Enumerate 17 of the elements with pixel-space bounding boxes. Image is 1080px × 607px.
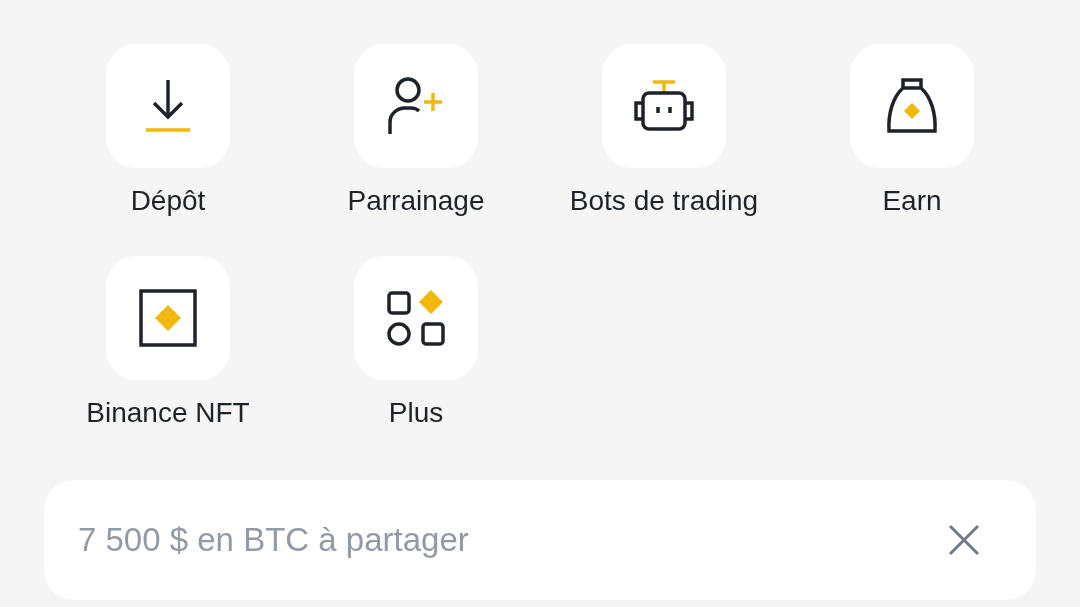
shortcut-button[interactable]: [106, 256, 230, 380]
shortcut-label: Plus: [388, 396, 444, 430]
shortcut-label: Binance NFT: [86, 396, 250, 430]
shortcut-button[interactable]: [850, 44, 974, 168]
shortcut-button[interactable]: [602, 44, 726, 168]
robot-icon: [633, 79, 695, 133]
shortcut-button[interactable]: [354, 256, 478, 380]
shortcut-label: Parrainage: [347, 184, 485, 218]
apps-grid-icon: [387, 289, 445, 347]
shortcut-label: Earn: [882, 184, 942, 218]
shortcut-label: Dépôt: [130, 184, 206, 218]
shortcut-button[interactable]: [354, 44, 478, 168]
close-button[interactable]: [948, 524, 980, 556]
close-icon: [948, 524, 980, 556]
shortcut-label: Bots de trading: [569, 184, 759, 218]
promo-title: 7 500 $ en BTC à partager: [78, 520, 469, 560]
money-bag-icon: [885, 77, 939, 135]
